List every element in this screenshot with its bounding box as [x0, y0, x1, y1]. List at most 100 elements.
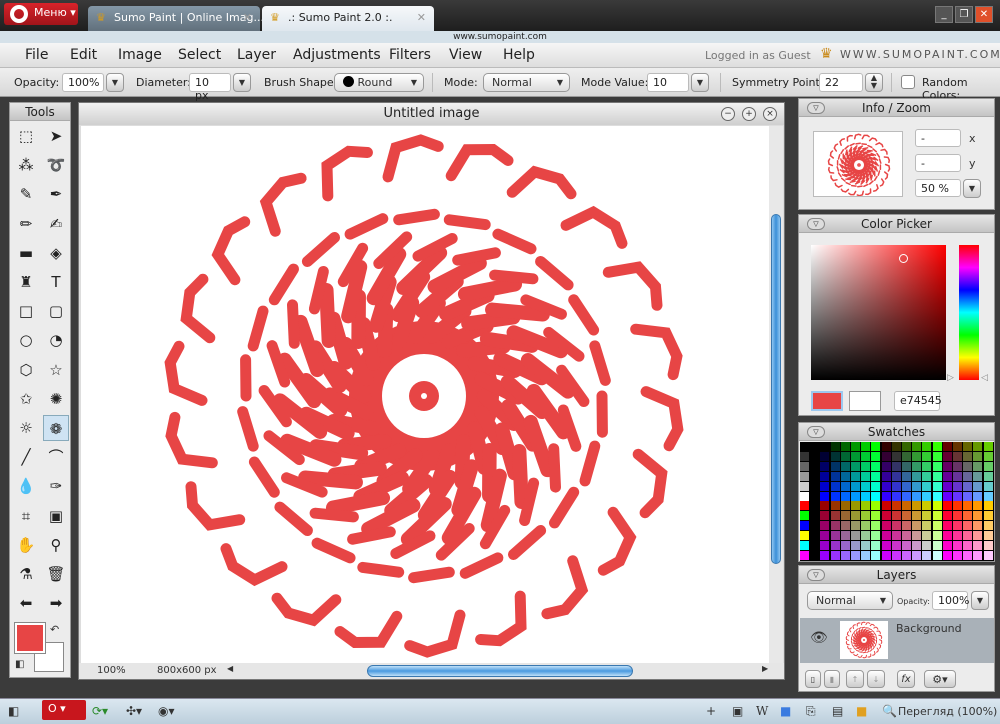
lasso-tool-icon[interactable]: ➰	[43, 152, 69, 178]
swatch[interactable]	[871, 481, 881, 491]
swatch[interactable]	[932, 501, 942, 511]
menu-image[interactable]: Image	[118, 47, 162, 63]
swatch[interactable]	[973, 491, 983, 501]
swatch[interactable]	[881, 491, 891, 501]
layer-settings-gear-icon[interactable]: ⚙▾	[924, 670, 956, 688]
star-tool-icon[interactable]: ☆	[43, 357, 69, 383]
zoom-tool-icon[interactable]: ⚲	[43, 532, 69, 558]
text-tool-icon[interactable]: T	[43, 269, 69, 295]
google-icon[interactable]: ■	[856, 704, 867, 718]
swatch[interactable]	[983, 481, 993, 491]
swatch[interactable]	[871, 491, 881, 501]
swatch[interactable]	[922, 531, 932, 541]
swatch[interactable]	[973, 531, 983, 541]
mode-select[interactable]: Normal ▼	[483, 73, 570, 92]
swatch[interactable]	[983, 541, 993, 550]
swatch[interactable]	[891, 521, 901, 531]
swatch[interactable]	[942, 461, 952, 471]
google-icon[interactable]: ■	[780, 704, 791, 718]
swatch[interactable]	[942, 451, 952, 461]
fill-tool-icon[interactable]: ◈	[43, 240, 69, 266]
collapse-icon[interactable]: ▽	[807, 569, 825, 581]
swatch[interactable]	[820, 451, 830, 461]
swatch[interactable]	[902, 541, 911, 550]
swatch[interactable]	[912, 491, 922, 501]
swatch[interactable]	[932, 550, 942, 560]
magic-wand-tool-icon[interactable]: ⁂	[13, 152, 39, 178]
close-window-button[interactable]: ✕	[975, 6, 993, 23]
color-picker-header[interactable]: ▽ Color Picker	[799, 215, 994, 233]
move-tool-icon[interactable]: ➤	[43, 123, 69, 149]
crop-tool-icon[interactable]: ⌗	[13, 503, 39, 529]
horizontal-scroll-thumb[interactable]	[367, 665, 633, 677]
swatch[interactable]	[953, 521, 962, 531]
horizontal-scrollbar[interactable]	[239, 663, 759, 679]
swatch[interactable]	[840, 531, 850, 541]
swatch[interactable]	[922, 491, 932, 501]
swatch[interactable]	[800, 461, 809, 471]
swatch[interactable]	[871, 461, 881, 471]
swatch[interactable]	[861, 451, 871, 461]
burst-tool-icon[interactable]: ✺	[43, 386, 69, 412]
pen-tool-icon[interactable]: ✑	[43, 473, 69, 499]
swatch[interactable]	[891, 442, 901, 451]
swatch[interactable]	[881, 451, 891, 461]
symmetry-points-input[interactable]: 22	[819, 73, 863, 92]
smudge-tool-icon[interactable]: ✍	[43, 211, 69, 237]
swatch[interactable]	[881, 521, 891, 531]
swatch[interactable]	[881, 531, 891, 541]
swatch[interactable]	[983, 491, 993, 501]
drawing-canvas[interactable]	[81, 126, 769, 663]
random-colors-checkbox[interactable]	[901, 75, 915, 89]
swatch[interactable]	[861, 531, 871, 541]
swatch[interactable]	[820, 511, 830, 521]
swatch[interactable]	[840, 471, 850, 481]
swatch[interactable]	[840, 461, 850, 471]
swatch[interactable]	[881, 541, 891, 550]
swatch[interactable]	[902, 550, 911, 560]
swatch[interactable]	[912, 531, 922, 541]
swatch[interactable]	[881, 501, 891, 511]
swatch[interactable]	[881, 481, 891, 491]
swatch[interactable]	[851, 531, 860, 541]
swatch[interactable]	[891, 471, 901, 481]
swatch[interactable]	[963, 481, 973, 491]
swatch[interactable]	[800, 501, 809, 511]
swatch[interactable]	[973, 501, 983, 511]
menu-file[interactable]: File	[25, 47, 48, 63]
swatch[interactable]	[973, 451, 983, 461]
swatch[interactable]	[953, 511, 962, 521]
swatch[interactable]	[840, 511, 850, 521]
menu-filters[interactable]: Filters	[389, 47, 431, 63]
swatch[interactable]	[983, 501, 993, 511]
swatch[interactable]	[840, 481, 850, 491]
swatch[interactable]	[953, 471, 962, 481]
swatch[interactable]	[922, 511, 932, 521]
swatch[interactable]	[861, 471, 871, 481]
wikipedia-icon[interactable]: W	[756, 704, 768, 718]
close-image-button[interactable]: ×	[763, 107, 777, 121]
new-layer-icon[interactable]: ▯	[805, 670, 821, 688]
swatch[interactable]	[963, 451, 973, 461]
swatch[interactable]	[902, 451, 911, 461]
pencil-tool-icon[interactable]: ✏	[13, 211, 39, 237]
swatch[interactable]	[830, 550, 840, 560]
vertical-scrollbar[interactable]	[769, 126, 783, 663]
swatch[interactable]	[810, 501, 820, 511]
layer-opacity-input[interactable]: 100%	[932, 591, 969, 610]
swatch[interactable]	[973, 550, 983, 560]
swatch[interactable]	[902, 461, 911, 471]
swatch[interactable]	[840, 451, 850, 461]
mode-value-dropdown[interactable]: ▼	[691, 73, 709, 92]
swatch[interactable]	[963, 541, 973, 550]
drop-tool-icon[interactable]: 💧	[13, 473, 39, 499]
previous-color[interactable]	[849, 391, 881, 411]
swatch[interactable]	[861, 442, 871, 451]
swatch[interactable]	[912, 550, 922, 560]
swatch[interactable]	[800, 531, 809, 541]
swatch[interactable]	[851, 471, 860, 481]
browser-tab[interactable]: ♛ Sumo Paint | Online Imag... ✕	[88, 6, 264, 31]
collapse-icon[interactable]: ▽	[807, 426, 825, 438]
sync-icon[interactable]: ⟳▾	[92, 704, 108, 718]
swatch[interactable]	[861, 491, 871, 501]
